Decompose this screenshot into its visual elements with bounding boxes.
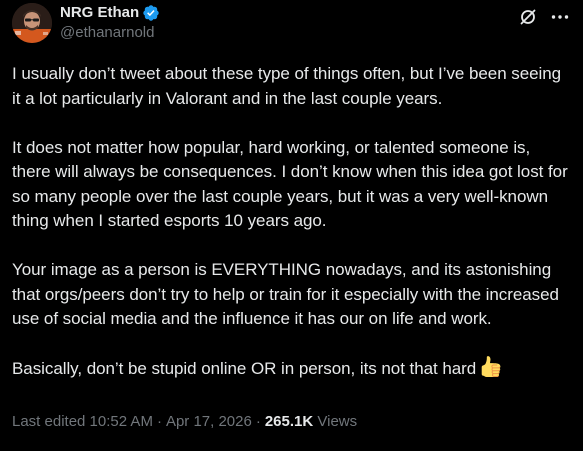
display-name[interactable]: NRG Ethan bbox=[60, 3, 139, 23]
verified-badge-icon[interactable] bbox=[142, 4, 160, 22]
avatar[interactable] bbox=[12, 3, 52, 43]
tweet-container: NRG Ethan @ethanarnold I usually don’t t… bbox=[0, 0, 583, 451]
tweet-paragraph-2: It does not matter how popular, hard wor… bbox=[12, 137, 568, 231]
edited-timestamp-link[interactable]: Last edited 10:52 AM bbox=[12, 413, 153, 430]
meta-separator: · bbox=[156, 413, 162, 430]
thumbs-up-icon bbox=[480, 356, 501, 377]
tweet-paragraph-3: Your image as a person is EVERYTHING now… bbox=[12, 260, 559, 328]
display-name-row: NRG Ethan bbox=[60, 3, 160, 23]
meta-separator: · bbox=[255, 413, 261, 430]
author-names: NRG Ethan @ethanarnold bbox=[60, 3, 160, 43]
grok-icon[interactable] bbox=[517, 6, 539, 28]
tweet-paragraph-1: I usually don’t tweet about these type o… bbox=[12, 64, 562, 108]
tweet-date-link[interactable]: Apr 17, 2026 bbox=[166, 413, 252, 430]
tweet-meta: Last edited 10:52 AM · Apr 17, 2026 · 265.1K… bbox=[12, 412, 357, 432]
views-label: Views bbox=[317, 413, 358, 430]
more-icon[interactable] bbox=[549, 6, 571, 28]
tweet-paragraph-4: Basically, don’t be stupid online OR in … bbox=[12, 359, 477, 378]
author-handle[interactable]: @ethanarnold bbox=[60, 23, 160, 43]
tweet-paragraph-4-wrap: Basically, don’t be stupid online OR in … bbox=[12, 356, 569, 382]
tweet-text: I usually don’t tweet about these type o… bbox=[12, 62, 569, 382]
views-count: 265.1K bbox=[264, 413, 314, 430]
tweet-header: NRG Ethan @ethanarnold bbox=[12, 0, 571, 48]
avatar-image bbox=[12, 3, 52, 43]
